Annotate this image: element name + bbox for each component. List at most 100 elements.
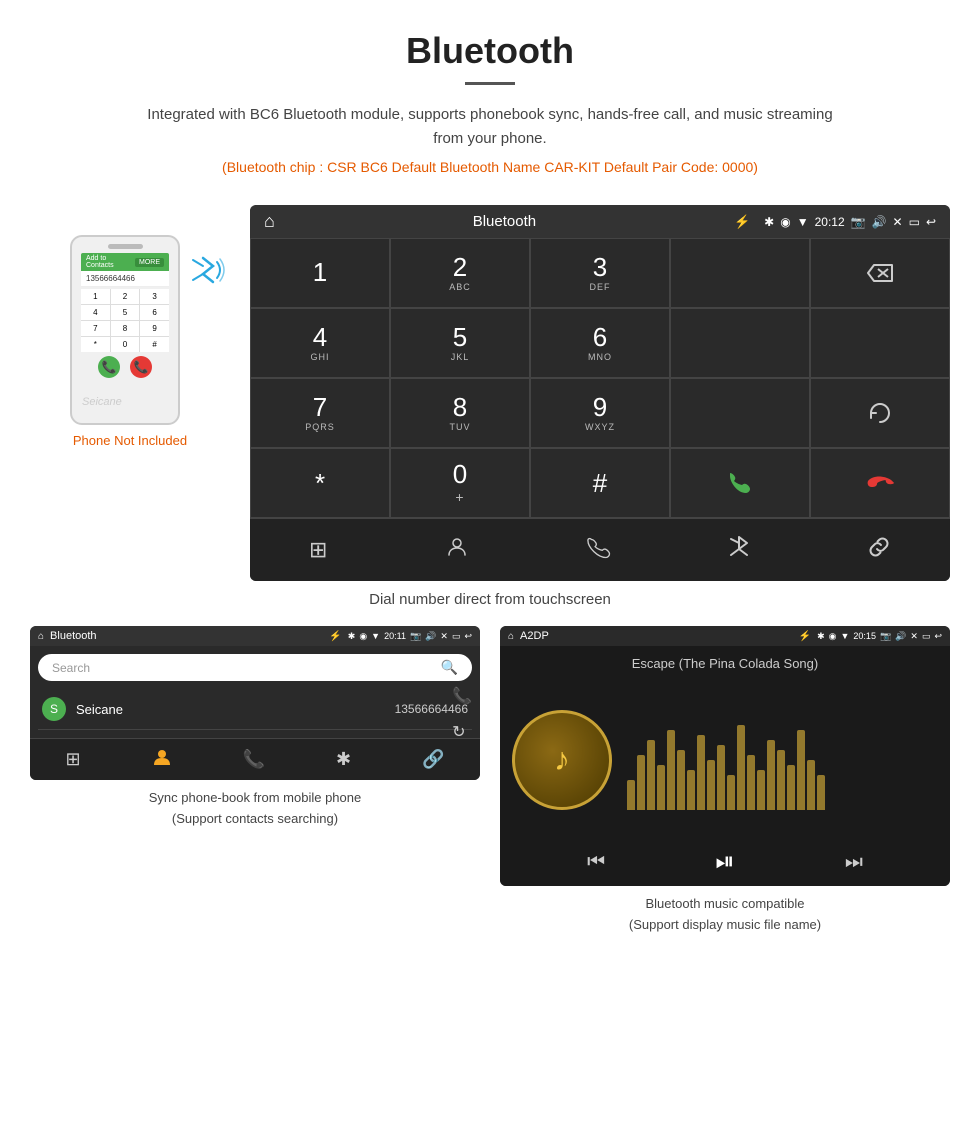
eq-bar [717, 745, 725, 810]
car-dial-screen: ⌂ Bluetooth ⚡ ✱ ◉ ▼ 20:12 📷 🔊 ✕ ▭ ↩ 1 [250, 205, 950, 581]
car-bottom-bar: ⊞ [250, 518, 950, 581]
right-phone-icon[interactable]: 📞 [452, 686, 472, 706]
main-section: Add to ContactsMORE 13566664466 1 2 3 4 … [0, 205, 980, 581]
phonebook-screen: ⌂ Bluetooth ⚡ ✱◉▼ 20:11 📷🔊✕▭↩ Search 🔍 [30, 626, 480, 780]
dial-key-9[interactable]: 9 WXYZ [530, 378, 670, 448]
bluetooth-waves-icon [185, 250, 225, 297]
pb-home-icon[interactable]: ⌂ [38, 631, 44, 642]
phonebook-area: Search 🔍 S Seicane 13566664466 [30, 646, 480, 738]
pb-time: 20:11 [384, 631, 406, 641]
phonebook-status-bar: ⌂ Bluetooth ⚡ ✱◉▼ 20:11 📷🔊✕▭↩ [30, 626, 480, 646]
eq-bar [727, 775, 735, 810]
dial-call-green[interactable] [670, 448, 810, 518]
music-status-icons: ✱◉▼ 20:15 📷🔊✕▭↩ [817, 631, 942, 642]
phonebook-bottom-bar: ⊞ 📞 ✱ 🔗 [30, 738, 480, 780]
location-icon: ◉ [780, 215, 790, 229]
album-art: ♪ [512, 710, 612, 810]
dial-key-3[interactable]: 3 DEF [530, 238, 670, 308]
music-item: ⌂ A2DP ⚡ ✱◉▼ 20:15 📷🔊✕▭↩ Escape (The Pin… [500, 626, 950, 936]
pb-nav-user[interactable] [152, 747, 172, 772]
dial-call-red[interactable] [810, 448, 950, 518]
pb-status-icons: ✱◉▼ 20:11 📷🔊✕▭↩ [348, 631, 472, 642]
phonebook-item: ⌂ Bluetooth ⚡ ✱◉▼ 20:11 📷🔊✕▭↩ Search 🔍 [30, 626, 480, 936]
page-title: Bluetooth [20, 30, 960, 72]
pb-nav-phone[interactable]: 📞 [243, 749, 265, 770]
nav-phone-icon[interactable] [567, 529, 631, 571]
play-pause-icon[interactable]: ⏯ [715, 848, 734, 876]
song-title: Escape (The Pina Colada Song) [632, 656, 818, 671]
pb-usb-icon: ⚡ [329, 631, 341, 642]
music-caption: Bluetooth music compatible (Support disp… [629, 894, 821, 936]
home-icon[interactable]: ⌂ [264, 211, 275, 232]
eq-bar [657, 765, 665, 810]
music-screen: ⌂ A2DP ⚡ ✱◉▼ 20:15 📷🔊✕▭↩ Escape (The Pin… [500, 626, 950, 886]
camera-icon[interactable]: 📷 [851, 215, 866, 229]
dial-key-2[interactable]: 2 ABC [390, 238, 530, 308]
eq-bar [637, 755, 645, 810]
dialpad-grid: 1 2 ABC 3 DEF 4 GHI [250, 238, 950, 518]
prev-track-icon[interactable]: ⏮ [587, 851, 605, 874]
eq-bar [737, 725, 745, 810]
phone-not-included-label: Phone Not Included [73, 433, 187, 448]
music-home-icon[interactable]: ⌂ [508, 631, 514, 642]
close-icon[interactable]: ✕ [893, 215, 903, 229]
music-controls: ⏮ ⏯ ⏭ [512, 838, 938, 876]
phone-wrap: Add to ContactsMORE 13566664466 1 2 3 4 … [70, 235, 190, 425]
dial-empty-3 [810, 308, 950, 378]
nav-link-icon[interactable] [847, 529, 911, 571]
dial-caption: Dial number direct from touchscreen [0, 591, 980, 608]
eq-bar [697, 735, 705, 810]
music-status-bar: ⌂ A2DP ⚡ ✱◉▼ 20:15 📷🔊✕▭↩ [500, 626, 950, 646]
back-icon[interactable]: ↩ [926, 215, 936, 229]
dial-refresh[interactable] [810, 378, 950, 448]
phonebook-caption: Sync phone-book from mobile phone (Suppo… [149, 788, 361, 830]
pb-nav-link[interactable]: 🔗 [422, 749, 444, 770]
dial-key-0[interactable]: 0 + [390, 448, 530, 518]
eq-bar [807, 760, 815, 810]
dial-key-hash[interactable]: # [530, 448, 670, 518]
dial-key-6[interactable]: 6 MNO [530, 308, 670, 378]
next-track-icon[interactable]: ⏭ [845, 851, 863, 874]
phonebook-search[interactable]: Search 🔍 [38, 654, 472, 681]
eq-bar [647, 740, 655, 810]
dial-key-7[interactable]: 7 PQRS [250, 378, 390, 448]
dial-key-8[interactable]: 8 TUV [390, 378, 530, 448]
time-display: 20:12 [815, 215, 845, 229]
bluetooth-status-icon: ✱ [764, 215, 774, 229]
dial-key-star[interactable]: * [250, 448, 390, 518]
dial-key-4[interactable]: 4 GHI [250, 308, 390, 378]
eq-bar [687, 770, 695, 810]
music-area: Escape (The Pina Colada Song) ♪ ⏮ ⏯ ⏭ [500, 646, 950, 886]
dial-backspace[interactable] [810, 238, 950, 308]
nav-contacts-icon[interactable] [425, 529, 489, 571]
pb-screen-title: Bluetooth [50, 630, 323, 642]
music-screen-title: A2DP [520, 630, 793, 642]
dial-key-1[interactable]: 1 [250, 238, 390, 308]
status-icons: ✱ ◉ ▼ 20:12 📷 🔊 ✕ ▭ ↩ [764, 215, 936, 229]
description: Integrated with BC6 Bluetooth module, su… [140, 103, 840, 151]
contact-row-seicane[interactable]: S Seicane 13566664466 [38, 689, 472, 730]
nav-bluetooth-icon[interactable] [709, 529, 769, 571]
contact-initial: S [42, 697, 66, 721]
eq-bar [817, 775, 825, 810]
window-icon[interactable]: ▭ [909, 215, 920, 229]
phonebook-body: Search 🔍 S Seicane 13566664466 📞 ↻ [30, 646, 480, 738]
search-icon: 🔍 [441, 659, 458, 676]
dial-empty-2 [670, 308, 810, 378]
volume-icon[interactable]: 🔊 [872, 215, 887, 229]
pb-nav-grid[interactable]: ⊞ [65, 749, 80, 770]
eq-bar [677, 750, 685, 810]
eq-bar [797, 730, 805, 810]
eq-bar [767, 740, 775, 810]
right-refresh-icon[interactable]: ↻ [452, 722, 472, 742]
car-screen-title: Bluetooth [289, 213, 720, 230]
eq-bar [667, 730, 675, 810]
dial-key-5[interactable]: 5 JKL [390, 308, 530, 378]
dial-empty-1 [670, 238, 810, 308]
pb-nav-bt[interactable]: ✱ [336, 749, 351, 770]
usb-icon: ⚡ [734, 214, 750, 230]
page-header: Bluetooth Integrated with BC6 Bluetooth … [0, 0, 980, 205]
nav-dialpad-icon[interactable]: ⊞ [289, 531, 347, 569]
eq-bar [747, 755, 755, 810]
signal-icon: ▼ [797, 215, 809, 229]
